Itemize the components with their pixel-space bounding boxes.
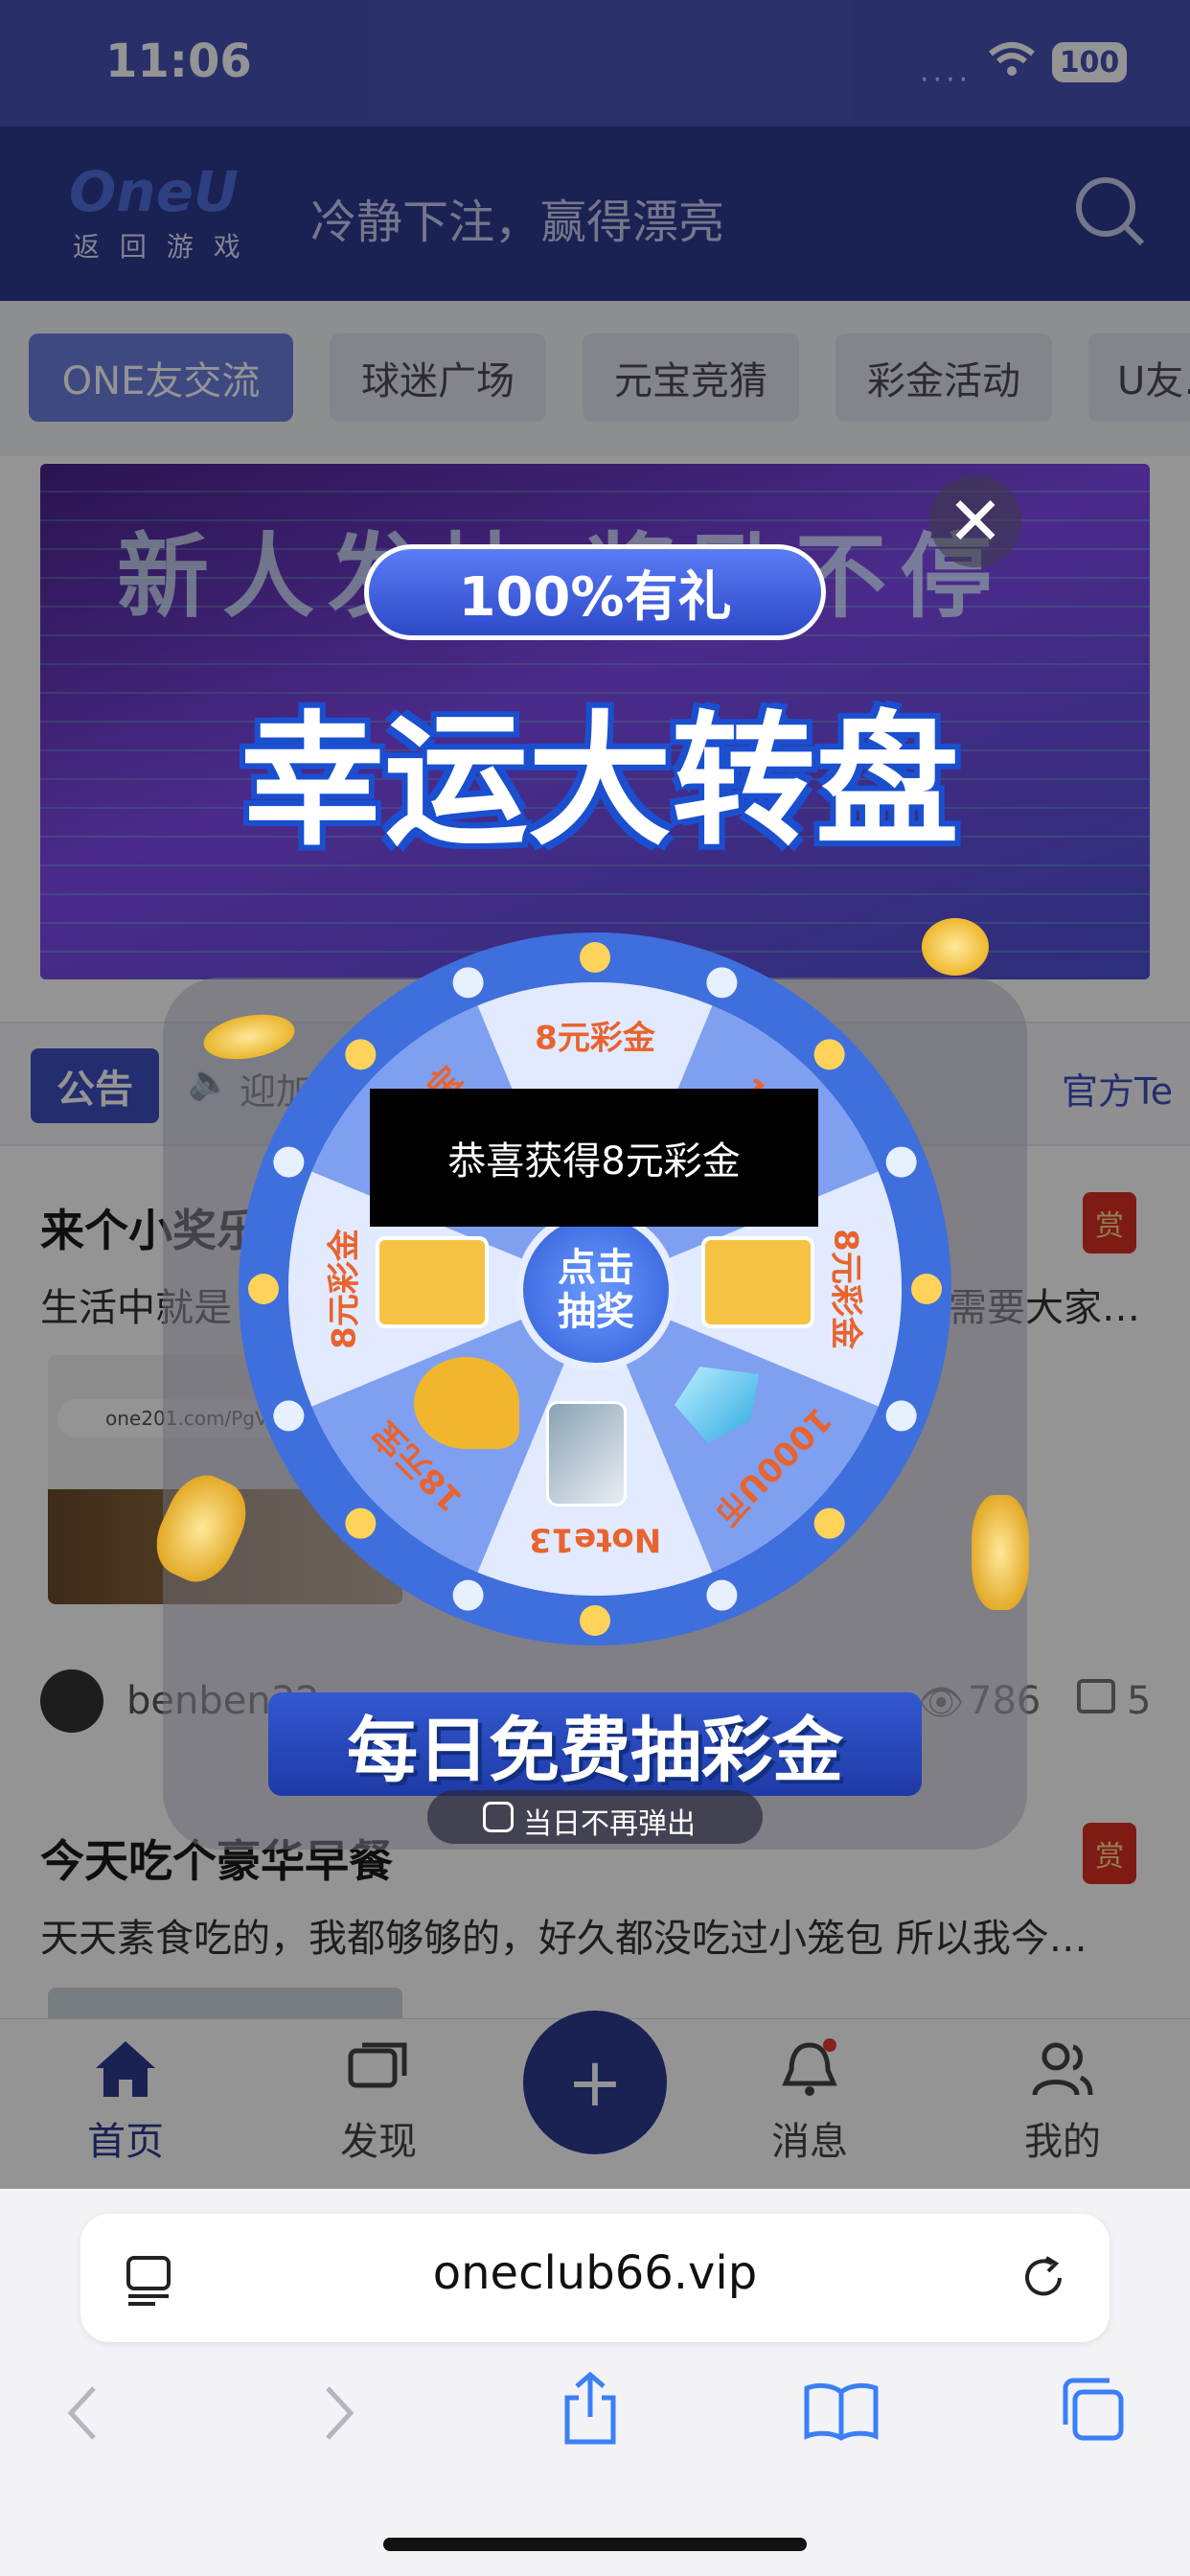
wheel-bulb	[452, 1579, 484, 1611]
wheel-bulb	[273, 1146, 305, 1178]
bonus-ticket-icon	[376, 1236, 489, 1328]
wheel-bulb	[813, 1507, 845, 1539]
wheel-bulb	[911, 1274, 942, 1304]
dont-show-today[interactable]: 当日不再弹出	[427, 1790, 763, 1844]
tabs-icon[interactable]	[1058, 2375, 1127, 2444]
result-toast: 恭喜获得8元彩金	[370, 1089, 818, 1227]
wheel-bulb	[248, 1274, 279, 1304]
share-icon[interactable]	[560, 2371, 621, 2448]
daily-free-banner: 每日免费抽彩金	[268, 1692, 922, 1796]
wheel-bulb	[273, 1400, 305, 1432]
wheel-bulb	[706, 967, 738, 999]
home-indicator	[383, 2538, 807, 2551]
gold-ingot-icon	[414, 1357, 519, 1449]
wheel-bulb	[885, 1146, 917, 1178]
wheel-bulb	[580, 1605, 610, 1636]
spin-button[interactable]: 点击 抽奖	[515, 1209, 676, 1370]
coin-icon	[972, 1495, 1029, 1610]
bookmarks-icon[interactable]	[803, 2380, 880, 2442]
close-icon[interactable]: ✕	[929, 475, 1021, 567]
wheel-segment-label: 8元彩金	[535, 1020, 656, 1058]
banner-pill: 100%有礼	[364, 544, 826, 640]
url-text[interactable]: oneclub66.vip	[80, 2246, 1110, 2300]
address-bar[interactable]: oneclub66.vip	[80, 2214, 1110, 2342]
banner-title: 幸运大转盘	[240, 699, 959, 865]
bonus-ticket-icon	[701, 1236, 814, 1328]
wheel-segment-label: Note13	[529, 1521, 661, 1559]
wheel-bulb	[706, 1579, 738, 1611]
checkbox-label: 当日不再弹出	[523, 1807, 696, 1841]
wheel-bulb	[580, 942, 610, 973]
checkbox[interactable]	[483, 1802, 514, 1832]
wheel-bulb	[345, 1039, 377, 1070]
wheel-segment-label: 8元彩金	[326, 1228, 364, 1349]
reload-icon[interactable]	[1019, 2254, 1067, 2302]
phone-icon	[546, 1401, 627, 1506]
wheel-bulb	[452, 967, 484, 999]
wheel-bulb	[813, 1039, 845, 1070]
wheel-bulb	[345, 1507, 377, 1539]
forward-icon[interactable]	[320, 2384, 358, 2442]
lucky-wheel-banner: 新人发帖 奖励不停 100%有礼 幸运大转盘 ✕	[40, 464, 1150, 979]
wheel-bulb	[885, 1400, 917, 1432]
wheel-segment-label: 8元彩金	[827, 1229, 865, 1350]
back-icon[interactable]	[63, 2384, 102, 2442]
